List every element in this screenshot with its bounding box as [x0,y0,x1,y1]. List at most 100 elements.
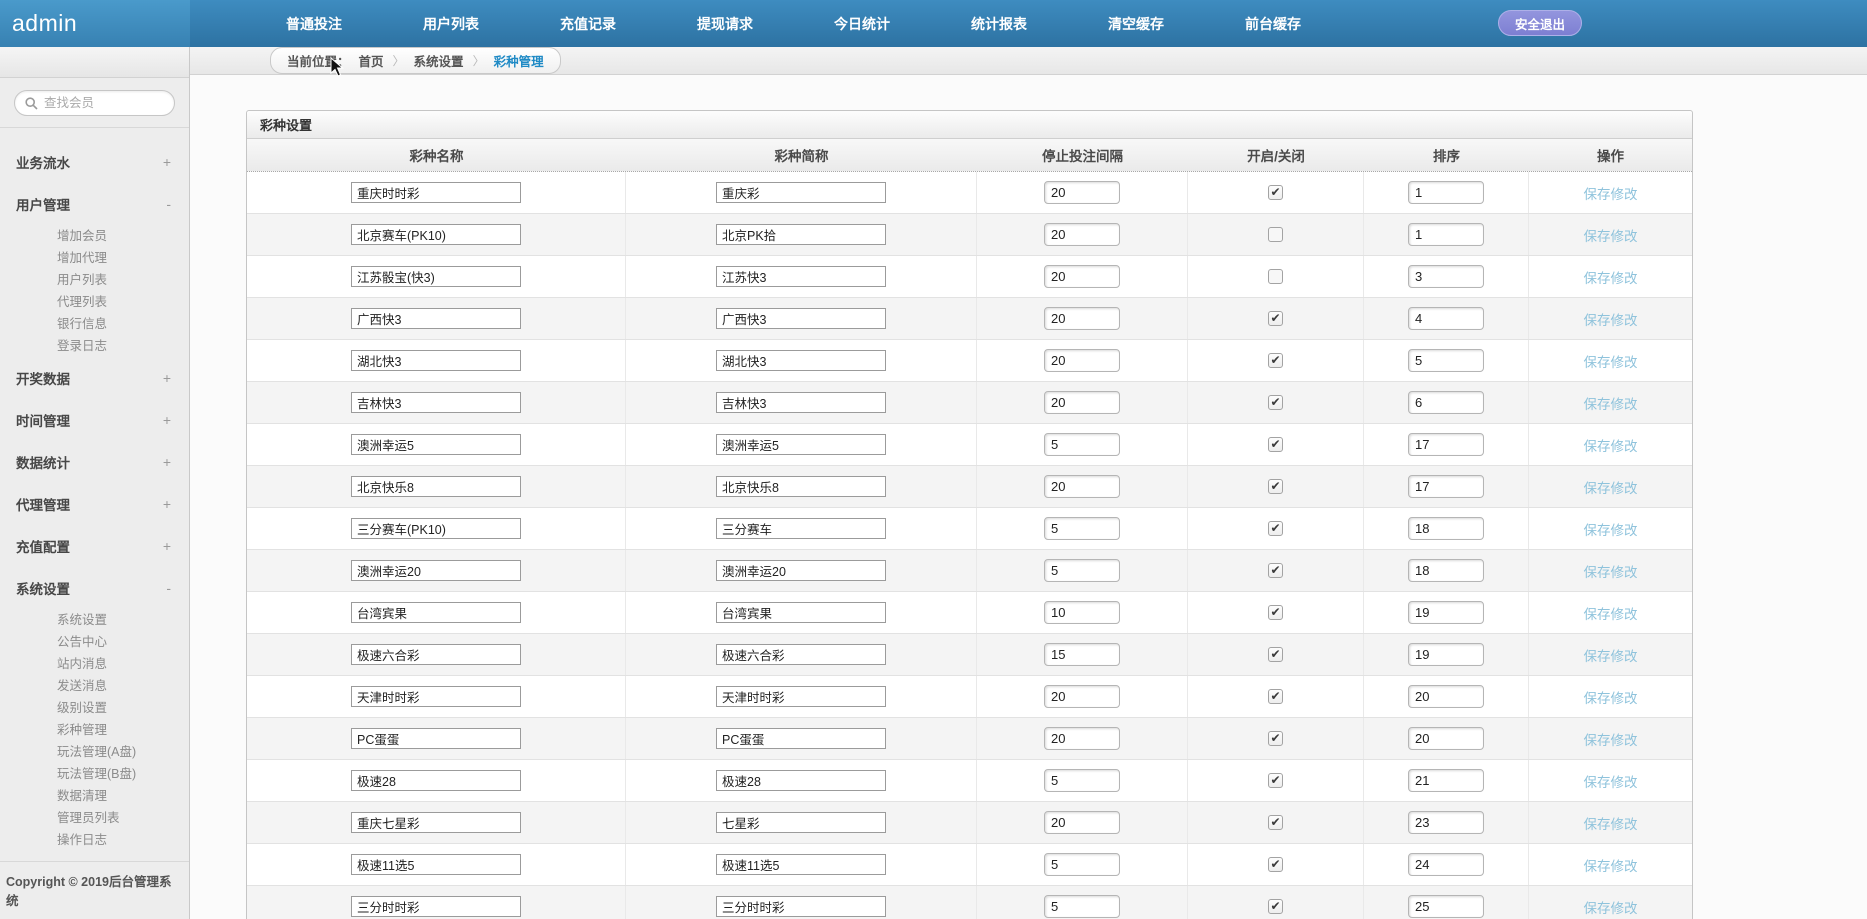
nav-item-1[interactable]: 用户列表 [423,14,479,34]
lottery-short-name-input[interactable] [716,182,886,203]
stop-bet-interval-input[interactable] [1044,223,1120,246]
lottery-short-name-input[interactable] [716,266,886,287]
sidebar-item-1-5[interactable]: 登录日志 [0,335,189,357]
sort-order-input[interactable] [1408,769,1484,792]
enabled-checkbox[interactable]: ✔ [1268,773,1283,788]
save-edit-link[interactable]: 保存修改 [1584,393,1638,413]
stop-bet-interval-input[interactable] [1044,769,1120,792]
stop-bet-interval-input[interactable] [1044,181,1120,204]
lottery-short-name-input[interactable] [716,644,886,665]
enabled-checkbox[interactable]: ✔ [1268,605,1283,620]
sidebar-item-7-0[interactable]: 系统设置 [0,609,189,631]
save-edit-link[interactable]: 保存修改 [1584,729,1638,749]
sidebar-section-6[interactable]: 充值配置+ [0,525,189,567]
sort-order-input[interactable] [1408,181,1484,204]
lottery-short-name-input[interactable] [716,392,886,413]
sidebar-section-2[interactable]: 开奖数据+ [0,357,189,399]
logout-button[interactable]: 安全退出 [1498,10,1582,36]
stop-bet-interval-input[interactable] [1044,685,1120,708]
save-edit-link[interactable]: 保存修改 [1584,855,1638,875]
sidebar-item-7-3[interactable]: 发送消息 [0,675,189,697]
lottery-short-name-input[interactable] [716,518,886,539]
stop-bet-interval-input[interactable] [1044,307,1120,330]
stop-bet-interval-input[interactable] [1044,643,1120,666]
sort-order-input[interactable] [1408,265,1484,288]
sidebar-section-7[interactable]: 系统设置- [0,567,189,609]
expand-icon[interactable]: + [163,538,171,554]
sidebar-item-7-4[interactable]: 级别设置 [0,697,189,719]
enabled-checkbox[interactable]: ✔ [1268,395,1283,410]
lottery-short-name-input[interactable] [716,602,886,623]
enabled-checkbox[interactable]: ✔ [1268,269,1283,284]
save-edit-link[interactable]: 保存修改 [1584,561,1638,581]
stop-bet-interval-input[interactable] [1044,811,1120,834]
sidebar-item-1-2[interactable]: 用户列表 [0,269,189,291]
expand-icon[interactable]: + [163,454,171,470]
enabled-checkbox[interactable]: ✔ [1268,185,1283,200]
lottery-name-input[interactable] [351,560,521,581]
nav-item-3[interactable]: 提现请求 [697,14,753,34]
lottery-name-input[interactable] [351,308,521,329]
lottery-name-input[interactable] [351,644,521,665]
enabled-checkbox[interactable]: ✔ [1268,815,1283,830]
lottery-name-input[interactable] [351,518,521,539]
stop-bet-interval-input[interactable] [1044,895,1120,918]
enabled-checkbox[interactable]: ✔ [1268,899,1283,914]
sidebar-section-5[interactable]: 代理管理+ [0,483,189,525]
lottery-short-name-input[interactable] [716,812,886,833]
lottery-name-input[interactable] [351,224,521,245]
sort-order-input[interactable] [1408,433,1484,456]
save-edit-link[interactable]: 保存修改 [1584,645,1638,665]
enabled-checkbox[interactable]: ✔ [1268,689,1283,704]
sort-order-input[interactable] [1408,307,1484,330]
lottery-short-name-input[interactable] [716,854,886,875]
enabled-checkbox[interactable]: ✔ [1268,353,1283,368]
save-edit-link[interactable]: 保存修改 [1584,519,1638,539]
stop-bet-interval-input[interactable] [1044,433,1120,456]
sidebar-item-7-7[interactable]: 玩法管理(B盘) [0,763,189,785]
save-edit-link[interactable]: 保存修改 [1584,183,1638,203]
enabled-checkbox[interactable]: ✔ [1268,437,1283,452]
expand-icon[interactable]: + [163,154,171,170]
stop-bet-interval-input[interactable] [1044,517,1120,540]
lottery-short-name-input[interactable] [716,770,886,791]
sort-order-input[interactable] [1408,475,1484,498]
lottery-name-input[interactable] [351,686,521,707]
breadcrumb-item-0[interactable]: 首页 [359,51,384,70]
sort-order-input[interactable] [1408,391,1484,414]
stop-bet-interval-input[interactable] [1044,601,1120,624]
sort-order-input[interactable] [1408,517,1484,540]
expand-icon[interactable]: + [163,496,171,512]
lottery-name-input[interactable] [351,182,521,203]
lottery-name-input[interactable] [351,602,521,623]
breadcrumb-item-2[interactable]: 彩种管理 [494,51,544,70]
expand-icon[interactable]: + [163,412,171,428]
lottery-short-name-input[interactable] [716,728,886,749]
member-search-box[interactable] [14,90,175,116]
lottery-short-name-input[interactable] [716,476,886,497]
stop-bet-interval-input[interactable] [1044,391,1120,414]
nav-item-0[interactable]: 普通投注 [286,14,342,34]
sidebar-section-3[interactable]: 时间管理+ [0,399,189,441]
breadcrumb-item-1[interactable]: 系统设置 [414,51,464,70]
stop-bet-interval-input[interactable] [1044,349,1120,372]
lottery-name-input[interactable] [351,350,521,371]
save-edit-link[interactable]: 保存修改 [1584,267,1638,287]
enabled-checkbox[interactable]: ✔ [1268,479,1283,494]
lottery-short-name-input[interactable] [716,350,886,371]
save-edit-link[interactable]: 保存修改 [1584,435,1638,455]
enabled-checkbox[interactable]: ✔ [1268,227,1283,242]
search-input[interactable] [44,96,164,110]
sort-order-input[interactable] [1408,643,1484,666]
save-edit-link[interactable]: 保存修改 [1584,477,1638,497]
lottery-name-input[interactable] [351,392,521,413]
sort-order-input[interactable] [1408,811,1484,834]
stop-bet-interval-input[interactable] [1044,727,1120,750]
sort-order-input[interactable] [1408,727,1484,750]
enabled-checkbox[interactable]: ✔ [1268,731,1283,746]
sort-order-input[interactable] [1408,895,1484,918]
collapse-icon[interactable]: - [166,580,171,596]
save-edit-link[interactable]: 保存修改 [1584,813,1638,833]
sidebar-item-1-3[interactable]: 代理列表 [0,291,189,313]
nav-item-6[interactable]: 清空缓存 [1108,14,1164,34]
